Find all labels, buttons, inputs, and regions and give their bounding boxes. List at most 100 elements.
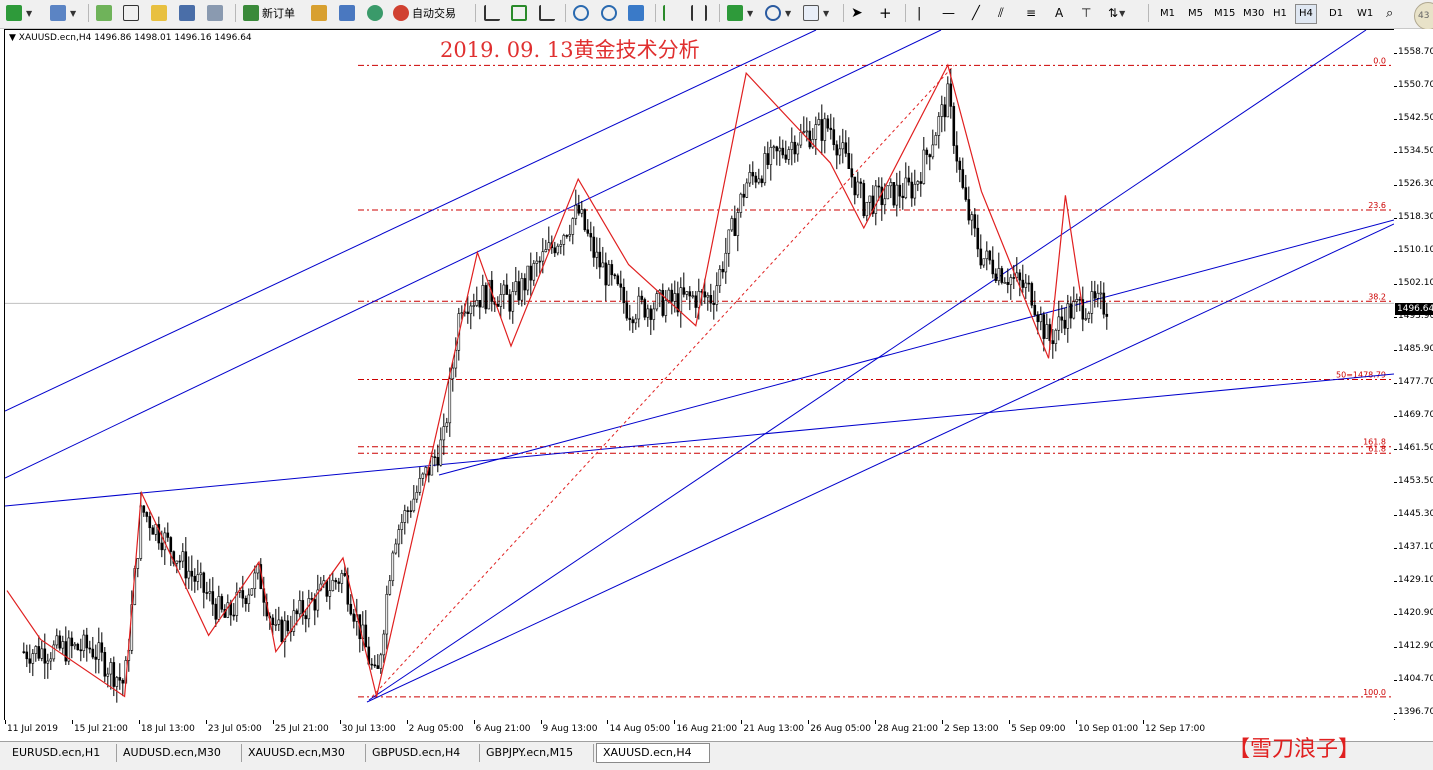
candle-body bbox=[1033, 304, 1037, 315]
zoom-in-button[interactable] bbox=[573, 3, 592, 23]
indicators-button[interactable]: ▼ bbox=[727, 3, 753, 23]
timeframe-m30[interactable]: M30 bbox=[1239, 4, 1268, 24]
new-order-button[interactable]: 新订单 bbox=[243, 3, 295, 23]
time-tick bbox=[808, 720, 810, 724]
time-scale[interactable]: 11 Jul 2019 15 Jul 21:00 18 Jul 13:00 23 Ju… bbox=[0, 720, 1433, 740]
auto-scroll-button[interactable] bbox=[691, 3, 710, 23]
text-label-button[interactable]: ⊤ bbox=[1081, 3, 1091, 23]
zoom-out-button[interactable] bbox=[601, 3, 620, 23]
timeframe-h1[interactable]: H1 bbox=[1269, 4, 1291, 24]
auto-trading-button[interactable]: 自动交易 bbox=[393, 3, 456, 23]
text-button[interactable]: A bbox=[1055, 3, 1063, 23]
market-watch-button[interactable] bbox=[96, 3, 115, 23]
chart-shift-button[interactable] bbox=[663, 3, 682, 23]
candle-body bbox=[892, 182, 896, 206]
candle-body bbox=[91, 648, 95, 658]
candle-body bbox=[976, 227, 980, 250]
strategy-tester-button[interactable] bbox=[207, 3, 226, 23]
candle-body bbox=[184, 551, 188, 579]
candle-body bbox=[628, 317, 632, 320]
candle-body bbox=[928, 154, 932, 158]
profiles-button[interactable]: ▼ bbox=[50, 3, 76, 23]
search-icon: ⌕ bbox=[1386, 5, 1394, 21]
candle-body bbox=[514, 281, 518, 292]
bar-chart-button[interactable] bbox=[484, 3, 503, 23]
candle-body bbox=[43, 648, 47, 664]
candle-body bbox=[352, 613, 356, 622]
tab-xauusd-m30[interactable]: XAUUSD.ecn,M30 bbox=[242, 744, 366, 762]
candle-body bbox=[385, 593, 389, 635]
timeframe-m5[interactable]: M5 bbox=[1184, 4, 1207, 24]
market-button[interactable] bbox=[367, 3, 386, 23]
search-button[interactable]: ⌕ bbox=[1386, 3, 1393, 23]
timeframe-d1[interactable]: D1 bbox=[1325, 4, 1347, 24]
chart-window[interactable]: 0.0 23.6 38.2 50=1478.79 161.8 61.8 100.0 bbox=[4, 29, 1395, 721]
templates-button[interactable]: ▼ bbox=[803, 3, 829, 23]
signals-button[interactable] bbox=[339, 3, 358, 23]
candle-body bbox=[73, 643, 77, 647]
candle-body bbox=[511, 291, 515, 312]
candle-body bbox=[730, 218, 734, 231]
meta-editor-button[interactable] bbox=[311, 3, 330, 23]
candle-body bbox=[598, 251, 602, 268]
terminal-button[interactable] bbox=[179, 3, 198, 23]
time-label: 10 Sep 01:00 bbox=[1078, 724, 1139, 734]
periods-button[interactable]: ▼ bbox=[765, 3, 791, 23]
channel-line bbox=[5, 373, 1394, 507]
tab-xauusd-h4[interactable]: XAUUSD.ecn,H4 bbox=[596, 743, 710, 763]
timeframe-h4[interactable]: H4 bbox=[1295, 4, 1317, 24]
candlestick-button[interactable] bbox=[511, 3, 530, 23]
tab-gbpusd-h4[interactable]: GBPUSD.ecn,H4 bbox=[366, 744, 480, 762]
data-window-button[interactable] bbox=[123, 3, 142, 23]
price-tick bbox=[1394, 185, 1397, 186]
timeframe-w1[interactable]: W1 bbox=[1353, 4, 1377, 24]
candle-body bbox=[604, 262, 608, 286]
candle-body bbox=[343, 573, 347, 576]
candle-body bbox=[586, 229, 590, 234]
price-tick bbox=[1394, 481, 1397, 483]
candle-body bbox=[40, 648, 44, 659]
candle-body bbox=[625, 302, 629, 319]
candle-body bbox=[451, 367, 455, 380]
candle-body bbox=[526, 265, 530, 291]
candle-body bbox=[1075, 299, 1079, 302]
time-label: 21 Aug 13:00 bbox=[743, 724, 805, 734]
candle-body bbox=[295, 610, 299, 615]
candle-body bbox=[634, 318, 638, 324]
candle-body bbox=[1054, 329, 1058, 345]
candle-body bbox=[715, 285, 719, 305]
candle-body bbox=[943, 104, 947, 118]
candle-body bbox=[799, 132, 803, 146]
candle-body bbox=[985, 250, 989, 260]
vertical-line-button[interactable]: | bbox=[917, 3, 921, 23]
avatar[interactable]: 43 bbox=[1414, 2, 1433, 30]
crosshair-button[interactable]: + bbox=[879, 3, 892, 23]
line-chart-button[interactable] bbox=[539, 3, 558, 23]
timeframe-m15[interactable]: M15 bbox=[1210, 4, 1239, 24]
candle-body bbox=[460, 312, 464, 314]
cursor-button[interactable]: ➤ bbox=[851, 3, 863, 23]
tab-eurusd-h1[interactable]: EURUSD.ecn,H1 bbox=[6, 744, 117, 762]
price-tick bbox=[1394, 217, 1397, 219]
navigator-button[interactable] bbox=[151, 3, 170, 23]
price-scale[interactable]: 1558.70 1550.70 1542.50 1534.50 1526.30 1518.… bbox=[1394, 29, 1433, 719]
timeframe-m1[interactable]: M1 bbox=[1156, 4, 1179, 24]
tile-windows-button[interactable] bbox=[628, 3, 647, 23]
candle-body bbox=[556, 245, 560, 254]
candle-body bbox=[748, 172, 752, 184]
new-order-label: 新订单 bbox=[262, 7, 295, 20]
arrows-button[interactable]: ⇅ ▼ bbox=[1108, 3, 1125, 23]
equidistant-channel-button[interactable]: ⫽ bbox=[998, 3, 1004, 23]
tab-audusd-m30[interactable]: AUDUSD.ecn,M30 bbox=[117, 744, 242, 762]
candle-body bbox=[559, 244, 563, 247]
fibonacci-button[interactable]: ≡ bbox=[1026, 3, 1036, 23]
new-chart-button[interactable]: ▼ bbox=[6, 3, 32, 23]
cursor-icon: ➤ bbox=[851, 5, 863, 21]
trendline-button[interactable]: ╱ bbox=[972, 3, 980, 23]
candle-body bbox=[661, 289, 665, 316]
clock-icon bbox=[765, 5, 781, 21]
candle-body bbox=[1030, 283, 1034, 306]
fib-level-label: 100.0 bbox=[1363, 688, 1386, 697]
tab-gbpjpy-m15[interactable]: GBPJPY.ecn,M15 bbox=[480, 744, 594, 762]
horizontal-line-button[interactable]: — bbox=[942, 3, 955, 23]
